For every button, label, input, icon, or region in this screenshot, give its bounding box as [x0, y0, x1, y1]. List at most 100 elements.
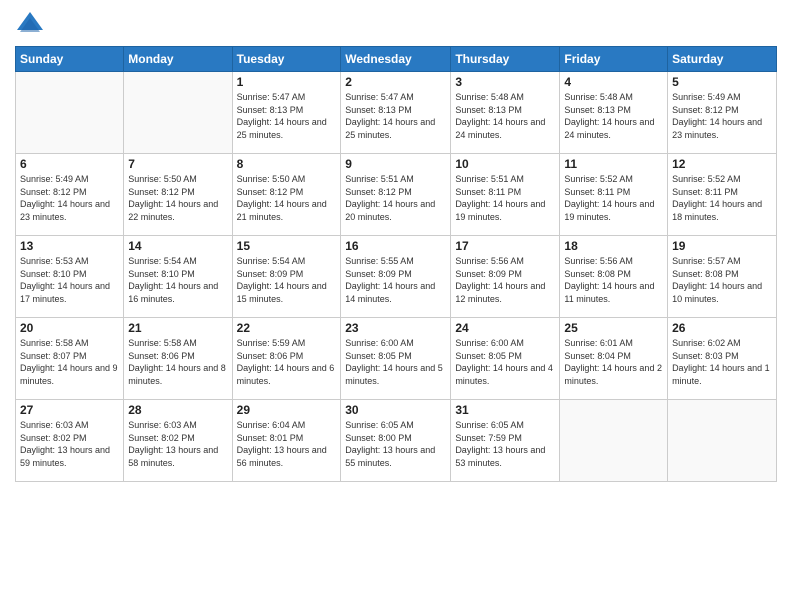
day-number: 1 [237, 75, 337, 89]
cell-content: Sunrise: 5:57 AM Sunset: 8:08 PM Dayligh… [672, 255, 772, 305]
calendar-cell [16, 72, 124, 154]
calendar-cell: 27 Sunrise: 6:03 AM Sunset: 8:02 PM Dayli… [16, 400, 124, 482]
cell-content: Sunrise: 6:03 AM Sunset: 8:02 PM Dayligh… [128, 419, 227, 469]
logo [15, 10, 49, 38]
day-number: 10 [455, 157, 555, 171]
calendar-cell: 7 Sunrise: 5:50 AM Sunset: 8:12 PM Daylig… [124, 154, 232, 236]
calendar-cell: 5 Sunrise: 5:49 AM Sunset: 8:12 PM Daylig… [668, 72, 777, 154]
calendar-week-2: 6 Sunrise: 5:49 AM Sunset: 8:12 PM Daylig… [16, 154, 777, 236]
day-number: 13 [20, 239, 119, 253]
day-number: 20 [20, 321, 119, 335]
day-number: 30 [345, 403, 446, 417]
cell-content: Sunrise: 5:50 AM Sunset: 8:12 PM Dayligh… [237, 173, 337, 223]
day-number: 29 [237, 403, 337, 417]
cell-content: Sunrise: 5:53 AM Sunset: 8:10 PM Dayligh… [20, 255, 119, 305]
calendar-week-5: 27 Sunrise: 6:03 AM Sunset: 8:02 PM Dayli… [16, 400, 777, 482]
header [15, 10, 777, 38]
day-of-week-tuesday: Tuesday [232, 47, 341, 72]
cell-content: Sunrise: 5:59 AM Sunset: 8:06 PM Dayligh… [237, 337, 337, 387]
calendar-cell: 9 Sunrise: 5:51 AM Sunset: 8:12 PM Daylig… [341, 154, 451, 236]
page: SundayMondayTuesdayWednesdayThursdayFrid… [0, 0, 792, 612]
calendar-cell: 12Sunrise: 5:52 AM Sunset: 8:11 PM Dayli… [668, 154, 777, 236]
calendar-cell: 10 Sunrise: 5:51 AM Sunset: 8:11 PM Dayli… [451, 154, 560, 236]
calendar-cell: 16 Sunrise: 5:55 AM Sunset: 8:09 PM Dayli… [341, 236, 451, 318]
day-number: 11 [564, 157, 663, 171]
cell-content: Sunrise: 5:49 AM Sunset: 8:12 PM Dayligh… [672, 91, 772, 141]
calendar-cell [668, 400, 777, 482]
day-number: 16 [345, 239, 446, 253]
calendar-cell: 15 Sunrise: 5:54 AM Sunset: 8:09 PM Dayli… [232, 236, 341, 318]
day-number: 26 [672, 321, 772, 335]
calendar-week-1: 1 Sunrise: 5:47 AM Sunset: 8:13 PM Daylig… [16, 72, 777, 154]
cell-content: Sunrise: 5:47 AM Sunset: 8:13 PM Dayligh… [237, 91, 337, 141]
day-number: 14 [128, 239, 227, 253]
calendar-header-row: SundayMondayTuesdayWednesdayThursdayFrid… [16, 47, 777, 72]
calendar-cell: 18Sunrise: 5:56 AM Sunset: 8:08 PM Dayli… [560, 236, 668, 318]
day-number: 24 [455, 321, 555, 335]
calendar-cell: 21Sunrise: 5:58 AM Sunset: 8:06 PM Dayli… [124, 318, 232, 400]
cell-content: Sunrise: 5:51 AM Sunset: 8:11 PM Dayligh… [455, 173, 555, 223]
day-number: 27 [20, 403, 119, 417]
cell-content: Sunrise: 6:01 AM Sunset: 8:04 PM Dayligh… [564, 337, 663, 387]
calendar-cell: 4 Sunrise: 5:48 AM Sunset: 8:13 PM Daylig… [560, 72, 668, 154]
cell-content: Sunrise: 5:52 AM Sunset: 8:11 PM Dayligh… [672, 173, 772, 223]
day-number: 9 [345, 157, 446, 171]
calendar-cell: 13 Sunrise: 5:53 AM Sunset: 8:10 PM Dayli… [16, 236, 124, 318]
calendar-cell: 30 Sunrise: 6:05 AM Sunset: 8:00 PM Dayli… [341, 400, 451, 482]
calendar-cell: 26 Sunrise: 6:02 AM Sunset: 8:03 PM Dayli… [668, 318, 777, 400]
calendar-week-3: 13 Sunrise: 5:53 AM Sunset: 8:10 PM Dayli… [16, 236, 777, 318]
calendar-cell: 17 Sunrise: 5:56 AM Sunset: 8:09 PM Dayli… [451, 236, 560, 318]
cell-content: Sunrise: 5:56 AM Sunset: 8:08 PM Dayligh… [564, 255, 663, 305]
cell-content: Sunrise: 6:02 AM Sunset: 8:03 PM Dayligh… [672, 337, 772, 387]
cell-content: Sunrise: 6:00 AM Sunset: 8:05 PM Dayligh… [455, 337, 555, 387]
cell-content: Sunrise: 5:56 AM Sunset: 8:09 PM Dayligh… [455, 255, 555, 305]
calendar-cell: 6 Sunrise: 5:49 AM Sunset: 8:12 PM Daylig… [16, 154, 124, 236]
day-number: 25 [564, 321, 663, 335]
day-number: 23 [345, 321, 446, 335]
day-number: 3 [455, 75, 555, 89]
day-of-week-friday: Friday [560, 47, 668, 72]
calendar-cell: 2Sunrise: 5:47 AM Sunset: 8:13 PM Daylig… [341, 72, 451, 154]
day-number: 6 [20, 157, 119, 171]
calendar-cell: 19 Sunrise: 5:57 AM Sunset: 8:08 PM Dayli… [668, 236, 777, 318]
calendar-cell [560, 400, 668, 482]
day-of-week-thursday: Thursday [451, 47, 560, 72]
cell-content: Sunrise: 5:58 AM Sunset: 8:06 PM Dayligh… [128, 337, 227, 387]
day-number: 17 [455, 239, 555, 253]
calendar-cell: 24 Sunrise: 6:00 AM Sunset: 8:05 PM Dayli… [451, 318, 560, 400]
calendar-cell: 25 Sunrise: 6:01 AM Sunset: 8:04 PM Dayli… [560, 318, 668, 400]
day-number: 31 [455, 403, 555, 417]
day-number: 4 [564, 75, 663, 89]
calendar-table: SundayMondayTuesdayWednesdayThursdayFrid… [15, 46, 777, 482]
day-number: 15 [237, 239, 337, 253]
cell-content: Sunrise: 5:50 AM Sunset: 8:12 PM Dayligh… [128, 173, 227, 223]
cell-content: Sunrise: 5:49 AM Sunset: 8:12 PM Dayligh… [20, 173, 119, 223]
cell-content: Sunrise: 6:00 AM Sunset: 8:05 PM Dayligh… [345, 337, 446, 387]
day-of-week-saturday: Saturday [668, 47, 777, 72]
calendar-cell: 14 Sunrise: 5:54 AM Sunset: 8:10 PM Dayli… [124, 236, 232, 318]
cell-content: Sunrise: 5:58 AM Sunset: 8:07 PM Dayligh… [20, 337, 119, 387]
day-number: 8 [237, 157, 337, 171]
calendar-cell: 1 Sunrise: 5:47 AM Sunset: 8:13 PM Daylig… [232, 72, 341, 154]
calendar-cell [124, 72, 232, 154]
cell-content: Sunrise: 6:03 AM Sunset: 8:02 PM Dayligh… [20, 419, 119, 469]
day-number: 5 [672, 75, 772, 89]
cell-content: Sunrise: 5:52 AM Sunset: 8:11 PM Dayligh… [564, 173, 663, 223]
cell-content: Sunrise: 5:54 AM Sunset: 8:10 PM Dayligh… [128, 255, 227, 305]
day-number: 7 [128, 157, 227, 171]
cell-content: Sunrise: 5:48 AM Sunset: 8:13 PM Dayligh… [564, 91, 663, 141]
calendar-cell: 22Sunrise: 5:59 AM Sunset: 8:06 PM Dayli… [232, 318, 341, 400]
day-number: 19 [672, 239, 772, 253]
calendar-cell: 3Sunrise: 5:48 AM Sunset: 8:13 PM Daylig… [451, 72, 560, 154]
cell-content: Sunrise: 6:05 AM Sunset: 8:00 PM Dayligh… [345, 419, 446, 469]
cell-content: Sunrise: 5:54 AM Sunset: 8:09 PM Dayligh… [237, 255, 337, 305]
cell-content: Sunrise: 5:51 AM Sunset: 8:12 PM Dayligh… [345, 173, 446, 223]
cell-content: Sunrise: 5:55 AM Sunset: 8:09 PM Dayligh… [345, 255, 446, 305]
calendar-cell: 11 Sunrise: 5:52 AM Sunset: 8:11 PM Dayli… [560, 154, 668, 236]
logo-icon [15, 10, 45, 38]
cell-content: Sunrise: 5:47 AM Sunset: 8:13 PM Dayligh… [345, 91, 446, 141]
day-of-week-wednesday: Wednesday [341, 47, 451, 72]
cell-content: Sunrise: 6:04 AM Sunset: 8:01 PM Dayligh… [237, 419, 337, 469]
calendar-cell: 8 Sunrise: 5:50 AM Sunset: 8:12 PM Daylig… [232, 154, 341, 236]
calendar-cell: 23 Sunrise: 6:00 AM Sunset: 8:05 PM Dayli… [341, 318, 451, 400]
